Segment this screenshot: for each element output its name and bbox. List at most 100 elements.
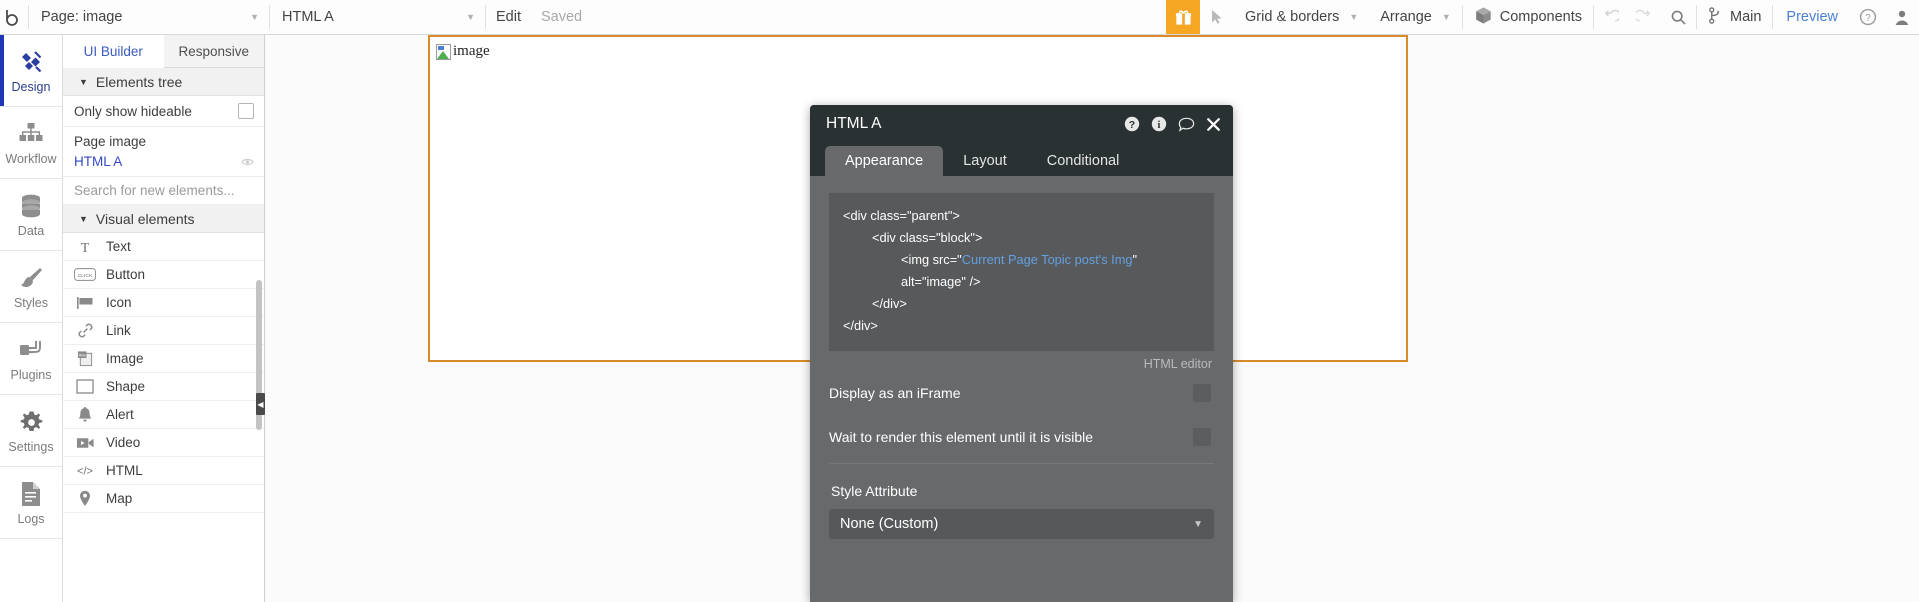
only-show-hideable-label: Only show hideable	[74, 103, 192, 119]
sidebar-item-label: Styles	[13, 296, 49, 310]
sidebar-item-logs[interactable]: Logs	[0, 467, 62, 539]
sidebar-item-styles[interactable]: Styles	[0, 251, 62, 323]
wait-to-render-row[interactable]: Wait to render this element until it is …	[829, 415, 1214, 459]
search-new-elements-input[interactable]: Search for new elements...	[63, 177, 264, 205]
chevron-down-icon: ▼	[250, 11, 259, 22]
grid-borders-label: Grid & borders	[1245, 9, 1340, 25]
visual-elements-header[interactable]: ▼ Visual elements	[63, 205, 264, 233]
element-item-map[interactable]: Map	[63, 485, 264, 513]
wait-to-render-label: Wait to render this element until it is …	[829, 429, 1094, 445]
save-status-label: Saved	[541, 9, 583, 25]
sidebar-item-label: Plugins	[10, 368, 52, 382]
info-circle-icon[interactable]: i	[1151, 116, 1167, 132]
shape-rectangle-icon	[74, 379, 96, 394]
help-circle-icon[interactable]: ?	[1124, 116, 1140, 132]
preview-button[interactable]: Preview	[1773, 0, 1851, 34]
sidebar-item-design[interactable]: Design	[0, 35, 62, 107]
redo-icon[interactable]	[1628, 0, 1662, 34]
element-item-label: Image	[106, 351, 144, 366]
html-element-property-dialog[interactable]: HTML A ? i Appearance Layout Conditional…	[810, 105, 1233, 602]
help-circle-icon[interactable]: ?	[1851, 0, 1885, 34]
sidebar-item-label: Design	[11, 80, 51, 94]
grid-borders-menu[interactable]: Grid & borders ▼	[1234, 0, 1369, 34]
dialog-header-icons: ? i	[1124, 116, 1221, 132]
eye-visibility-icon[interactable]	[241, 155, 254, 170]
close-x-icon[interactable]	[1206, 117, 1221, 132]
element-item-video[interactable]: Video	[63, 429, 264, 457]
code-line-3-string: Current Page Topic post's Img	[961, 252, 1133, 267]
paintbrush-icon	[18, 263, 44, 293]
broken-image-icon	[436, 43, 451, 60]
display-as-iframe-checkbox[interactable]	[1193, 384, 1211, 402]
gear-icon	[19, 407, 44, 437]
components-menu[interactable]: Components	[1463, 0, 1593, 34]
display-as-iframe-row[interactable]: Display as an iFrame	[829, 371, 1214, 415]
dialog-body: <div class="parent"> <div class="block">…	[810, 176, 1233, 539]
tab-appearance[interactable]: Appearance	[825, 146, 944, 176]
map-pin-icon	[74, 490, 96, 507]
element-item-button[interactable]: CLICK Button	[63, 261, 264, 289]
sidebar-item-label: Settings	[8, 440, 54, 454]
panel-collapse-handle[interactable]: ◀	[256, 393, 265, 415]
element-selector-dropdown[interactable]: HTML A ▼	[270, 0, 485, 34]
element-item-image[interactable]: IMG Image	[63, 345, 264, 373]
wait-to-render-checkbox[interactable]	[1193, 428, 1211, 446]
element-item-label: Map	[106, 491, 133, 506]
gift-icon[interactable]	[1166, 0, 1201, 34]
tab-layout[interactable]: Layout	[943, 146, 1027, 176]
comment-bubble-icon[interactable]	[1178, 117, 1195, 132]
elements-tree-title: Elements tree	[95, 73, 183, 90]
only-show-hideable-row[interactable]: Only show hideable	[63, 96, 264, 127]
sidebar-item-workflow[interactable]: Workflow	[0, 107, 62, 179]
tree-item-html-a[interactable]: HTML A	[63, 151, 264, 171]
element-item-label: HTML	[106, 463, 143, 478]
elements-tree-header[interactable]: ▼ Elements tree	[63, 68, 264, 96]
element-item-text[interactable]: T Text	[63, 233, 264, 261]
elements-tree-list: Page image HTML A	[63, 127, 264, 177]
database-icon	[19, 191, 43, 221]
style-attribute-dropdown[interactable]: None (Custom) ▼	[829, 509, 1214, 539]
page-selector-dropdown[interactable]: Page: image ▼	[29, 0, 269, 34]
svg-text:CLICK: CLICK	[78, 273, 93, 279]
display-as-iframe-label: Display as an iFrame	[829, 385, 961, 401]
dialog-title: HTML A	[826, 115, 882, 132]
tab-ui-builder[interactable]: UI Builder	[63, 35, 164, 68]
edit-mode-label[interactable]: Edit	[486, 0, 531, 34]
code-line-2: <div class="block">	[872, 230, 983, 245]
image-icon: IMG	[74, 350, 96, 367]
tab-conditional[interactable]: Conditional	[1027, 146, 1140, 176]
triangle-down-icon: ▼	[79, 213, 88, 224]
only-show-hideable-checkbox[interactable]	[238, 103, 254, 119]
branch-icon	[1708, 6, 1723, 28]
undo-icon[interactable]	[1594, 0, 1628, 34]
sidebar-item-plugins[interactable]: Plugins	[0, 323, 62, 395]
plug-icon	[18, 335, 44, 365]
bell-icon	[74, 406, 96, 423]
bubble-logo-icon[interactable]	[0, 0, 28, 34]
branch-label: Main	[1729, 9, 1762, 25]
sidebar-item-data[interactable]: Data	[0, 179, 62, 251]
cursor-arrow-icon[interactable]	[1200, 0, 1234, 34]
element-item-html[interactable]: </> HTML	[63, 457, 264, 485]
element-item-alert[interactable]: Alert	[63, 401, 264, 429]
element-item-link[interactable]: Link	[63, 317, 264, 345]
element-item-shape[interactable]: Shape	[63, 373, 264, 401]
element-item-label: Link	[106, 323, 131, 338]
arrange-menu[interactable]: Arrange ▼	[1369, 0, 1462, 34]
html-editor-textarea[interactable]: <div class="parent"> <div class="block">…	[829, 193, 1214, 351]
tree-item-page-image[interactable]: Page image	[63, 131, 264, 151]
account-avatar-icon[interactable]	[1885, 0, 1919, 34]
sidebar-item-label: Data	[17, 224, 45, 238]
svg-text:</>: </>	[77, 465, 93, 477]
branch-selector[interactable]: Main	[1697, 0, 1772, 34]
code-line-1: <div class="parent">	[843, 208, 960, 223]
svg-text:i: i	[1158, 120, 1161, 131]
sidebar-item-settings[interactable]: Settings	[0, 395, 62, 467]
element-item-icon[interactable]: Icon	[63, 289, 264, 317]
element-item-label: Icon	[106, 295, 132, 310]
tab-responsive[interactable]: Responsive	[164, 35, 265, 67]
search-icon[interactable]	[1662, 0, 1696, 34]
page-selector-label: Page: image	[41, 9, 123, 25]
dialog-header[interactable]: HTML A ? i	[810, 105, 1233, 143]
